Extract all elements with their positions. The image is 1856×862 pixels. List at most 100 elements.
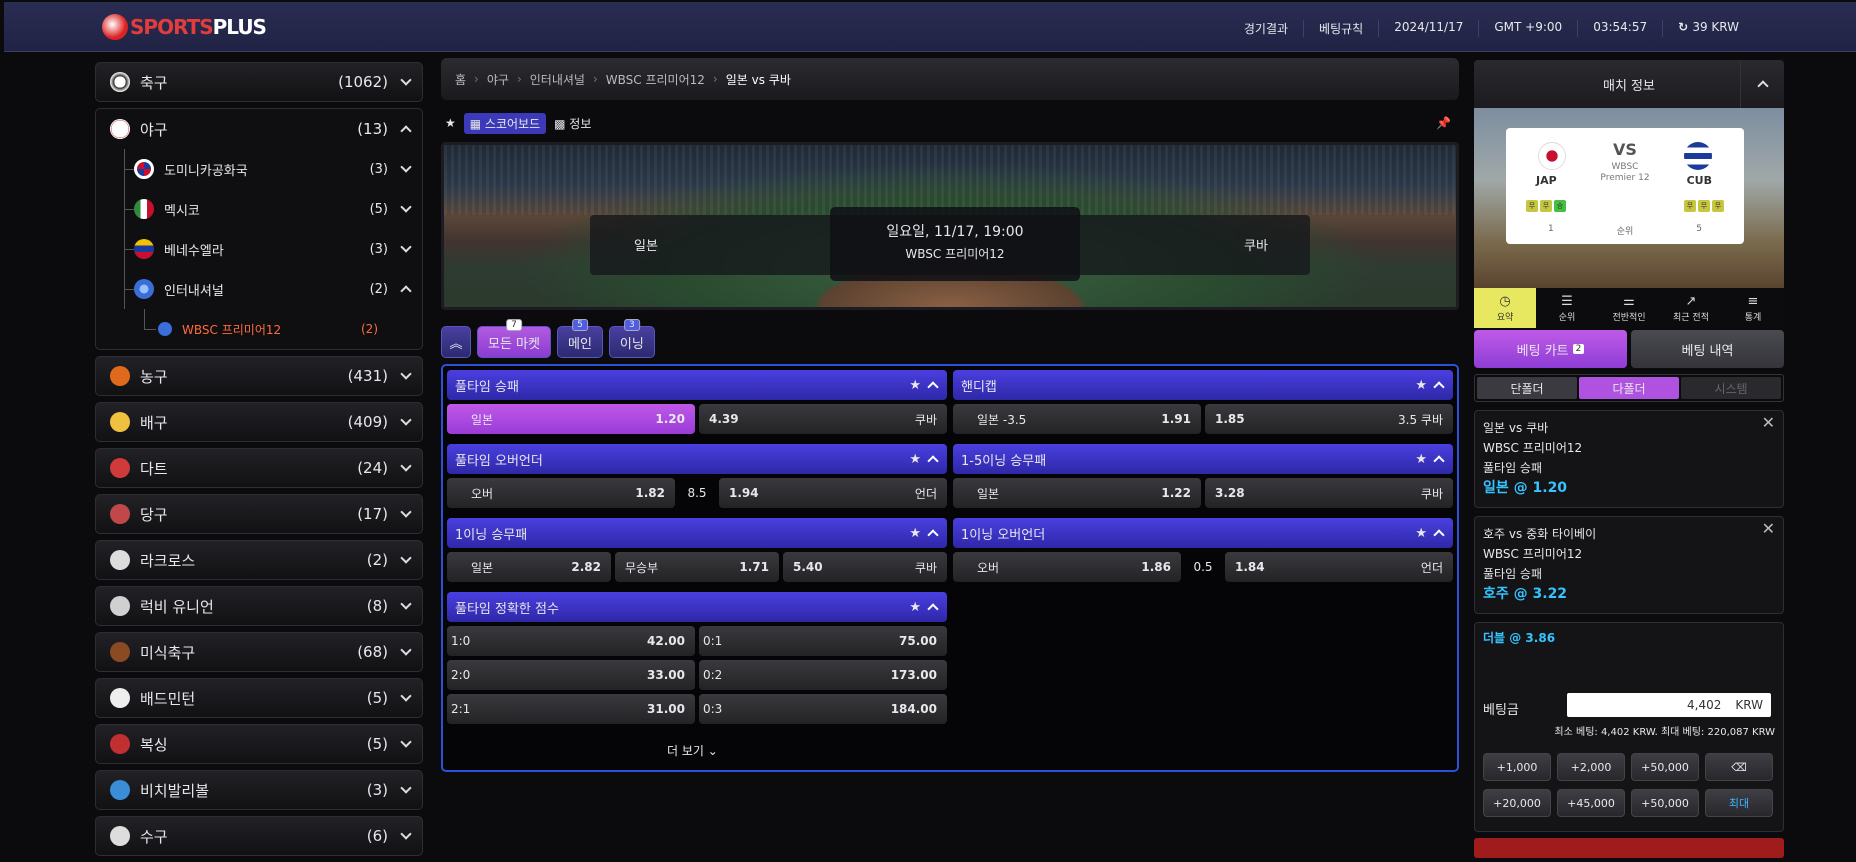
sidebar-item-sport[interactable]: 농구 (431) — [95, 356, 423, 396]
chevron-down-icon — [400, 782, 412, 794]
star-icon[interactable]: ★ — [909, 526, 921, 541]
breadcrumb-international[interactable]: 인터내셔널 — [530, 71, 585, 88]
tab-recent[interactable]: ↗ 최근 전적 — [1660, 288, 1722, 328]
market-header[interactable]: 풀타임 승패 ★ — [447, 370, 947, 400]
sidebar-item-sport[interactable]: 미식축구 (68) — [95, 632, 423, 672]
sidebar-item-sport[interactable]: 당구 (17) — [95, 494, 423, 534]
sidebar-item-baseball[interactable]: 야구 (13) — [96, 109, 422, 149]
odds-button[interactable]: 5.40 쿠바 — [783, 552, 947, 582]
sport-count: (24) — [357, 459, 388, 477]
sidebar-item-sport[interactable]: 비치발리볼 (3) — [95, 770, 423, 810]
odds-button[interactable]: 2:0 33.00 — [447, 660, 695, 690]
max-stake-button[interactable]: 최대 — [1705, 789, 1773, 817]
system-bet-button[interactable]: 시스템 — [1681, 377, 1781, 399]
tab-all-markets[interactable]: 7 모든 마켓 — [477, 319, 551, 358]
odds-button[interactable]: 1.94 언더 — [719, 478, 947, 508]
add-20000-button[interactable]: +20,000 — [1483, 789, 1551, 817]
favorite-star-icon[interactable]: ★ — [445, 116, 456, 130]
tab-label: 요약 — [1496, 312, 1514, 323]
add-45000-button[interactable]: +45,000 — [1557, 789, 1625, 817]
pin-icon[interactable]: 📌 — [1436, 116, 1451, 130]
odds-button[interactable]: 일본 2.82 — [447, 552, 611, 582]
odds-button[interactable]: 0:2 173.00 — [699, 660, 947, 690]
odds-button[interactable]: 3.28 쿠바 — [1205, 478, 1453, 508]
country-dominican[interactable]: 도미니카공화국 (3) — [96, 149, 422, 189]
sportsplus-logo[interactable]: SPORTS PLUS — [102, 14, 267, 40]
close-icon[interactable]: ✕ — [1762, 519, 1775, 539]
bet-history-tab[interactable]: 베팅 내역 — [1631, 330, 1784, 368]
odds-button[interactable]: 오버 1.82 — [447, 478, 675, 508]
rules-link[interactable]: 베팅규칙 — [1304, 20, 1380, 37]
single-bet-button[interactable]: 단폴더 — [1477, 377, 1577, 399]
sidebar-item-sport[interactable]: 수구 (6) — [95, 816, 423, 856]
odds-button[interactable]: 1.85 3.5 쿠바 — [1205, 404, 1453, 434]
market-header[interactable]: 핸디캡 ★ — [953, 370, 1453, 400]
market-header[interactable]: 1이닝 승무패 ★ — [447, 518, 947, 548]
sidebar-item-sport[interactable]: 럭비 유니언 (8) — [95, 586, 423, 626]
star-icon[interactable]: ★ — [909, 600, 921, 615]
star-icon[interactable]: ★ — [1415, 526, 1427, 541]
breadcrumb-baseball[interactable]: 야구 — [487, 71, 509, 88]
sport-count: (8) — [366, 597, 388, 615]
sidebar-item-sport[interactable]: 배드민턴 (5) — [95, 678, 423, 718]
sidebar-item-sport[interactable]: 라크로스 (2) — [95, 540, 423, 580]
add-50000-button-2[interactable]: +50,000 — [1631, 789, 1699, 817]
odds-button[interactable]: 일본 -3.5 1.91 — [953, 404, 1201, 434]
odds-button[interactable]: 일본 1.22 — [953, 478, 1201, 508]
tab-stats[interactable]: ≡ 통계 — [1722, 288, 1784, 328]
add-2000-button[interactable]: +2,000 — [1557, 753, 1625, 781]
show-more-link[interactable]: 더 보기 ⌄ — [667, 742, 718, 759]
odds-button[interactable]: 오버 1.86 — [953, 552, 1181, 582]
tab-standings[interactable]: ☰ 순위 — [1536, 288, 1598, 328]
odds-button[interactable]: 일본 1.20 — [447, 404, 695, 434]
close-icon[interactable]: ✕ — [1762, 413, 1775, 433]
market-header[interactable]: 풀타임 오버언더 ★ — [447, 444, 947, 474]
stake-input[interactable]: 4,402 KRW — [1567, 693, 1771, 717]
market-header[interactable]: 풀타임 정확한 점수 ★ — [447, 592, 947, 622]
multi-bet-button[interactable]: 다폴더 — [1579, 377, 1679, 399]
odds-button[interactable]: 무승부 1.71 — [615, 552, 779, 582]
collapse-panel-button[interactable] — [1740, 60, 1784, 108]
tab-main[interactable]: 5 메인 — [556, 319, 603, 358]
sidebar-item-sport[interactable]: 복싱 (5) — [95, 724, 423, 764]
country-mexico[interactable]: 멕시코 (5) — [96, 189, 422, 229]
info-button[interactable]: ▩ 정보 — [554, 115, 591, 132]
country-venezuela[interactable]: 베네수엘라 (3) — [96, 229, 422, 269]
odds-button[interactable]: 4.39 쿠바 — [699, 404, 947, 434]
star-icon[interactable]: ★ — [1415, 452, 1427, 467]
star-icon[interactable]: ★ — [909, 452, 921, 467]
scoreboard-button[interactable]: ▦ 스코어보드 — [463, 112, 547, 134]
sidebar-item-sport[interactable]: 배구 (409) — [95, 402, 423, 442]
odds-value: 42.00 — [647, 634, 685, 648]
sidebar-item-soccer[interactable]: 축구 (1062) — [95, 62, 423, 102]
league-wbsc-premier12[interactable]: WBSC 프리미어12 (2) — [96, 309, 422, 349]
sidebar-item-sport[interactable]: 다트 (24) — [95, 448, 423, 488]
market-header[interactable]: 1-5이닝 승무패 ★ — [953, 444, 1453, 474]
bet-cart-tab[interactable]: 베팅 카트 2 — [1474, 330, 1627, 368]
breadcrumb-home[interactable]: 홈 — [455, 71, 466, 88]
odds-button[interactable]: 1.84 언더 — [1225, 552, 1453, 582]
add-50000-button[interactable]: +50,000 — [1631, 753, 1699, 781]
slip-market: 풀타임 승패 — [1483, 461, 1543, 475]
odds-button[interactable]: 2:1 31.00 — [447, 694, 695, 724]
backspace-icon[interactable]: ⌫ — [1705, 753, 1773, 781]
star-icon[interactable]: ★ — [1415, 378, 1427, 393]
tab-summary[interactable]: ◷ 요약 — [1474, 288, 1536, 328]
odds-button[interactable]: 1:0 42.00 — [447, 626, 695, 656]
add-1000-button[interactable]: +1,000 — [1483, 753, 1551, 781]
odds-label: 쿠바 — [1420, 486, 1443, 501]
collapse-all-button[interactable]: ︽ — [441, 326, 471, 358]
breadcrumb-league[interactable]: WBSC 프리미어12 — [606, 71, 705, 88]
sport-icon — [110, 458, 130, 478]
market-header[interactable]: 1이닝 오버언더 ★ — [953, 518, 1453, 548]
odds-button[interactable]: 0:3 184.00 — [699, 694, 947, 724]
odds-button[interactable]: 0:1 75.00 — [699, 626, 947, 656]
place-bet-bar[interactable] — [1474, 838, 1784, 858]
sport-name: 럭비 유니언 — [140, 597, 214, 616]
tab-innings[interactable]: 3 이닝 — [608, 319, 655, 358]
balance-refresh[interactable]: 39 KRW — [1663, 20, 1754, 37]
country-international[interactable]: 인터내셔널 (2) — [96, 269, 422, 309]
results-link[interactable]: 경기결과 — [1229, 20, 1305, 37]
star-icon[interactable]: ★ — [909, 378, 921, 393]
tab-overall[interactable]: ⚌ 전반적인 — [1598, 288, 1660, 328]
